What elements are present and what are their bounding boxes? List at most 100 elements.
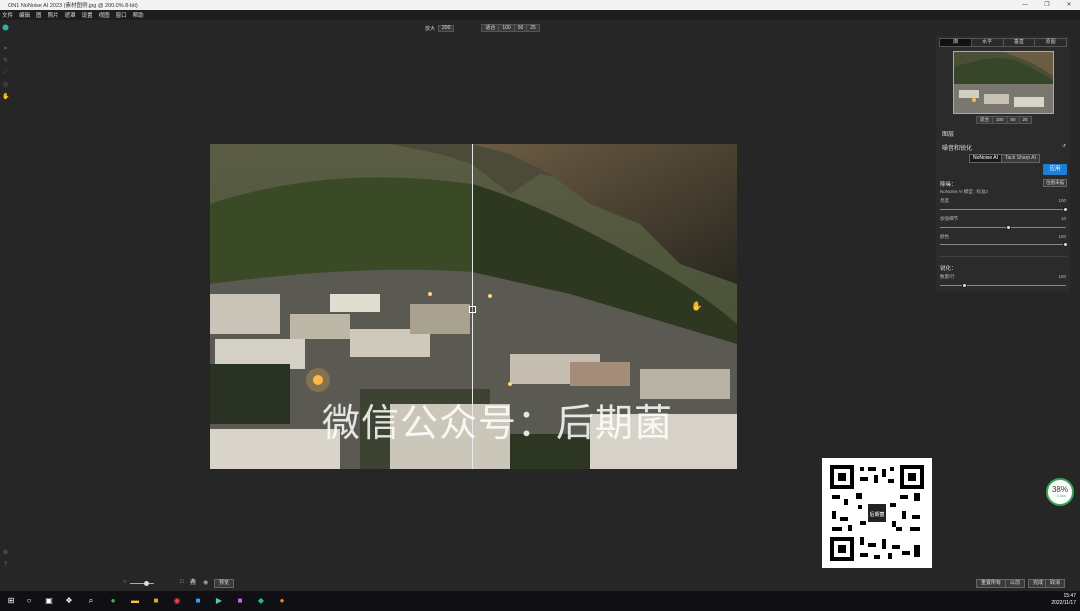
app-logo-icon [2,24,9,31]
zoom-label: 放大 [425,25,436,32]
bottom-bar: ○ □ A ◉ 预览 重置所有 以前 完成 取消 [0,576,1080,591]
slider-label-detail: 加强细节 [940,216,958,221]
hand-tool-icon[interactable]: ✋ [2,94,9,101]
gradient-tool-icon[interactable]: ⟋ [2,70,9,77]
zoom-50-button[interactable]: 50 [515,25,528,31]
tool-sidebar: ⌗ ✎ ⟋ ◎ ✋ ⚙ ? [0,20,12,576]
zoom-select[interactable]: 200 [438,24,455,32]
zoom-25-button[interactable]: 25 [527,25,539,31]
clock-time: 15:47 [1063,593,1076,599]
window-controls: — ❐ ✕ [1014,0,1080,10]
right-panel: 浏 水平 垂直 原图 适合 100 50 25 图层 噪音和锐化 ↺ NoNoi… [936,36,1070,292]
compare-split-handle[interactable] [469,306,476,313]
system-tray[interactable]: 15:47 2022/11/17 [1051,593,1076,607]
detail-slider[interactable] [940,225,1066,230]
menu-photo[interactable]: 照片 [48,11,59,19]
slider-value-detail: 10 [1060,216,1066,221]
menu-file[interactable]: 文件 [2,11,13,19]
menu-edit[interactable]: 编辑 [19,11,30,19]
apply-button[interactable]: 应用 [1043,164,1067,175]
widgets-icon[interactable]: ❖ [64,596,74,606]
badge-speed: ↑ 0.1k/s [1053,494,1067,498]
model-selector[interactable]: NoNoise AI 模型 : 标准2 [940,189,988,195]
windows-taskbar: ⊞ ○ ▣ ❖ ⌕ ● ▬ ■ ◉ ■ ▶ ■ ◆ ● 15:47 2022/1… [0,591,1080,611]
menu-settings[interactable]: 设置 [82,11,93,19]
network-speed-badge[interactable]: 38% ↑ 0.1k/s [1046,478,1074,506]
navigator-thumbnail[interactable] [953,51,1054,114]
zoom-tool-icon[interactable]: ◎ [2,82,9,89]
qr-logo: 后期菌 [866,502,888,524]
on1-app-icon[interactable]: ◆ [256,596,266,606]
tab-original[interactable]: 原图 [1035,39,1066,46]
nonoise-ai-button[interactable]: NoNoise AI [970,155,1003,162]
menu-bar: 文件 编辑 图 照片 遮罩 设置 视图 窗口 帮助 [0,10,1080,20]
navigator-zoom-presets: 适合 100 50 25 [976,116,1032,124]
crop-tool-icon[interactable]: ⌗ [2,46,9,53]
windows-start-icon[interactable]: ⊞ [6,596,16,606]
slider-knob[interactable] [962,283,968,288]
app-avatar-icon[interactable]: ● [277,596,287,606]
maximize-button[interactable]: ❐ [1036,0,1058,10]
slider-knob[interactable] [1063,242,1068,247]
premiere-icon[interactable]: ■ [235,596,245,606]
slider-value-color: 100 [1058,234,1066,239]
tack-sharp-ai-button[interactable]: Tack Sharp AI [1002,155,1039,162]
zoom-100-button[interactable]: 100 [499,25,515,31]
zoom-slider[interactable] [130,581,154,586]
menu-view[interactable]: 视图 [99,11,110,19]
brightness-slider[interactable] [940,207,1068,212]
minimize-button[interactable]: — [1014,0,1036,10]
clock-date: 2022/11/17 [1051,600,1076,606]
layers-section-title[interactable]: 图层 [942,129,954,138]
app-orange-icon[interactable]: ■ [151,596,161,606]
preview-button[interactable]: 预览 [214,579,235,588]
preview-eye-icon[interactable]: ◉ [203,579,208,586]
sharpen-slider[interactable] [940,283,1066,288]
previous-button[interactable]: 以前 [1005,579,1026,588]
reset-all-button[interactable]: 重置所有 [976,579,1007,588]
task-view-icon[interactable]: ▣ [44,596,54,606]
compare-view-icon[interactable]: A [190,579,197,585]
brush-tool-icon[interactable]: ✎ [2,58,9,65]
image-canvas[interactable]: 微信公众号：后期菌 [210,144,737,469]
color-slider[interactable] [940,242,1068,247]
search-icon[interactable]: ○ [24,596,34,606]
zoom-presets: 适合 100 50 25 [481,24,540,32]
photoshop-icon[interactable]: ■ [193,596,203,606]
zoom-out-icon[interactable]: ○ [123,579,127,585]
nav-zoom-fit[interactable]: 适合 [977,117,993,123]
media-player-icon[interactable]: ▶ [214,596,224,606]
file-explorer-icon[interactable]: ▬ [130,596,140,606]
reset-icon[interactable]: ↺ [1060,143,1068,149]
tab-single[interactable]: 浏 [940,39,972,46]
menu-window[interactable]: 窗口 [116,11,127,19]
menu-help[interactable]: 帮助 [133,11,144,19]
cancel-button[interactable]: 取消 [1045,579,1066,588]
title-bar: ON1 NoNoise AI 2023 (素材图例.jpg @ 200.0% 8… [0,0,1080,10]
menu-image[interactable]: 图 [36,11,42,19]
slider-label-color: 颜色 [940,234,949,239]
slider-label-brightness: 亮度 [940,198,949,203]
menu-mask[interactable]: 遮罩 [65,11,76,19]
close-button[interactable]: ✕ [1058,0,1080,10]
noise-sharpen-title: 噪音和锐化 [942,146,973,152]
zoom-slider-knob[interactable] [143,581,149,586]
slider-knob[interactable] [1063,207,1068,212]
zoom-fit-button[interactable]: 适合 [482,25,500,31]
chrome-icon[interactable]: ◉ [172,596,182,606]
qr-code: 后期菌 [822,458,932,568]
settings-icon[interactable]: ⚙ [2,550,9,557]
watermark-text: 微信公众号：后期菌 [322,401,674,445]
app-green-icon[interactable]: ● [108,596,118,606]
tab-vertical[interactable]: 垂直 [1004,39,1036,46]
tab-horizontal[interactable]: 水平 [972,39,1004,46]
search-app-icon[interactable]: ⌕ [86,596,96,606]
nav-zoom-25[interactable]: 25 [1020,117,1031,123]
single-view-icon[interactable]: □ [180,579,184,585]
zoom-toolbar: 放大 200 适合 100 50 25 [425,24,540,32]
help-icon[interactable]: ? [2,562,9,569]
slider-knob[interactable] [1006,225,1012,230]
show-mask-button[interactable]: 位图未描 [1043,179,1067,187]
nav-zoom-50[interactable]: 50 [1008,117,1020,123]
nav-zoom-100[interactable]: 100 [993,117,1008,123]
